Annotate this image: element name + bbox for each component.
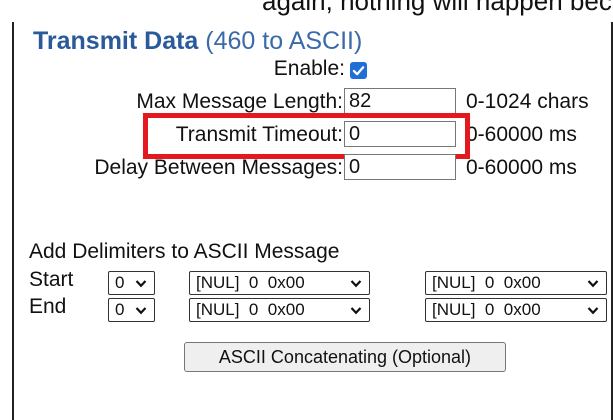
end-count-select[interactable]: 0 bbox=[108, 298, 155, 322]
start-char2-value: [NUL] 0 0x00 bbox=[432, 273, 541, 292]
start-char2-select[interactable]: [NUL] 0 0x00 bbox=[425, 271, 607, 295]
highlight-box bbox=[143, 113, 470, 159]
end-char1-value: [NUL] 0 0x00 bbox=[196, 300, 305, 319]
max-message-length-input[interactable]: 82 bbox=[344, 88, 456, 114]
start-count-select[interactable]: 0 bbox=[108, 271, 155, 295]
document-text-fragment: again, nothing will happen because of th… bbox=[0, 0, 613, 22]
cut-off-text: again, nothing will happen because of th… bbox=[262, 0, 613, 16]
end-row-label: End bbox=[29, 295, 67, 318]
checkmark-icon bbox=[352, 66, 365, 76]
chevron-down-icon bbox=[135, 307, 147, 315]
enable-label: Enable: bbox=[273, 57, 345, 80]
delimiters-heading: Add Delimiters to ASCII Message bbox=[29, 240, 340, 263]
end-count-value: 0 bbox=[115, 300, 125, 319]
chevron-down-icon bbox=[135, 280, 147, 288]
delay-between-messages-range: 0-60000 ms bbox=[466, 156, 577, 179]
start-row-label: Start bbox=[29, 268, 74, 291]
start-count-value: 0 bbox=[115, 273, 125, 292]
start-char1-select[interactable]: [NUL] 0 0x00 bbox=[189, 271, 370, 295]
end-char2-select[interactable]: [NUL] 0 0x00 bbox=[425, 298, 607, 322]
delay-between-messages-input[interactable]: 0 bbox=[344, 154, 456, 180]
end-char2-value: [NUL] 0 0x00 bbox=[432, 300, 541, 319]
end-char1-select[interactable]: [NUL] 0 0x00 bbox=[189, 298, 370, 322]
delay-between-messages-label: Delay Between Messages: bbox=[94, 156, 343, 179]
section-title-subtitle: (460 to ASCII) bbox=[205, 27, 363, 55]
enable-checkbox[interactable] bbox=[350, 62, 367, 79]
chevron-down-icon bbox=[587, 280, 599, 288]
start-char1-value: [NUL] 0 0x00 bbox=[196, 273, 305, 292]
ascii-concatenating-button[interactable]: ASCII Concatenating (Optional) bbox=[184, 342, 506, 372]
max-message-length-label: Max Message Length: bbox=[136, 90, 343, 113]
section-title-main: Transmit Data bbox=[33, 27, 199, 55]
chevron-down-icon bbox=[587, 307, 599, 315]
max-message-length-range: 0-1024 chars bbox=[466, 90, 589, 113]
transmit-timeout-range: 0-60000 ms bbox=[466, 123, 577, 146]
section-title: Transmit Data (460 to ASCII) bbox=[33, 27, 362, 56]
chevron-down-icon bbox=[350, 307, 362, 315]
chevron-down-icon bbox=[350, 280, 362, 288]
